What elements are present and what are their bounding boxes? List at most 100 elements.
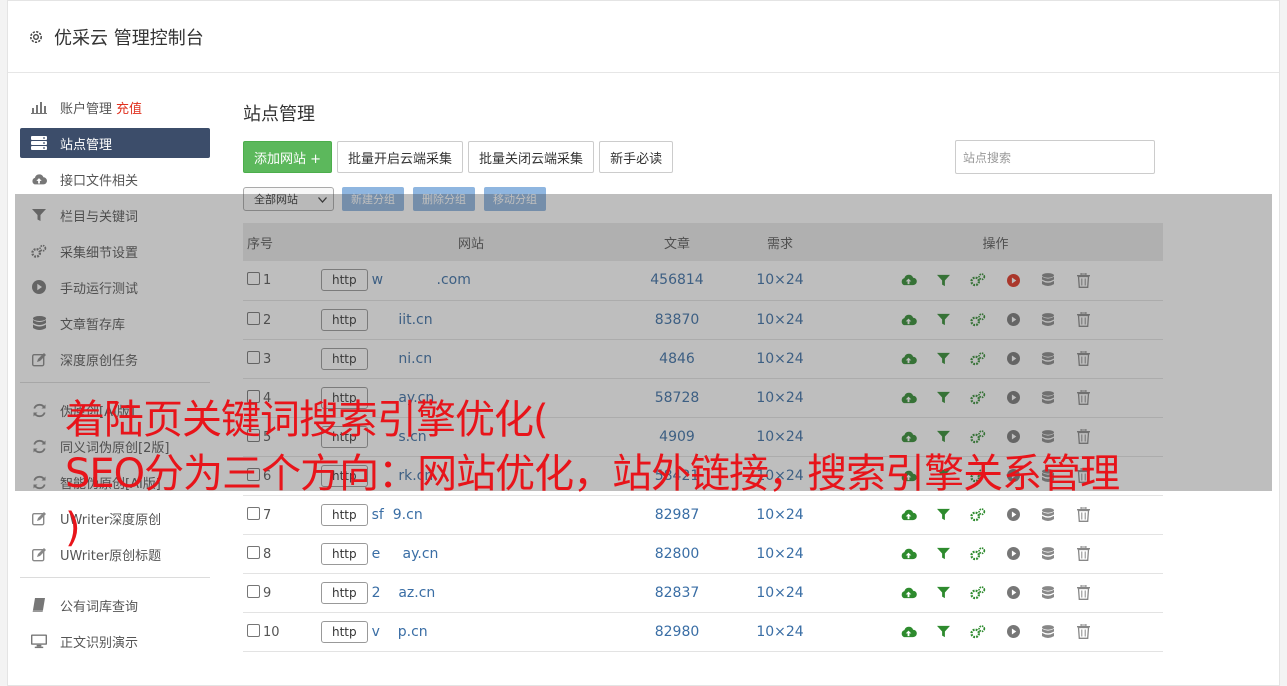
sidebar-item-keywords[interactable]: 栏目与关键词 [20,200,210,230]
site-link[interactable]: w .com [372,272,471,288]
delete-group-button[interactable]: 删除分组 [413,187,475,211]
filter-icon[interactable] [934,428,952,446]
database-icon[interactable] [1039,623,1057,641]
gears-icon[interactable] [969,545,987,563]
scheme-badge[interactable]: http [321,425,368,448]
gears-icon[interactable] [969,584,987,602]
sidebar-item-deep-original[interactable]: 深度原创任务 [20,344,210,374]
row-checkbox[interactable] [247,506,260,520]
trash-icon[interactable] [1074,545,1092,563]
row-demand[interactable]: 10×24 [732,261,828,300]
trash-icon[interactable] [1074,389,1092,407]
sidebar-item-text-recognition[interactable]: 正文识别演示 [20,626,210,656]
sidebar-item-uwriter-title[interactable]: UWriter原创标题 [20,539,210,569]
filter-icon[interactable] [934,389,952,407]
row-demand[interactable]: 10×24 [732,456,828,495]
play-circle-icon[interactable] [1004,545,1022,563]
database-icon[interactable] [1039,311,1057,329]
row-checkbox[interactable] [247,311,260,325]
row-articles[interactable]: 82837 [622,573,732,612]
site-link[interactable]: s.cn [372,429,426,445]
row-demand[interactable]: 10×24 [732,534,828,573]
sidebar-item-collect-settings[interactable]: 采集细节设置 [20,236,210,266]
cloud-upload-icon[interactable] [899,389,917,407]
scheme-badge[interactable]: http [321,503,368,526]
add-site-button[interactable]: 添加网站 + [243,141,333,173]
row-checkbox[interactable] [247,545,260,559]
gears-icon[interactable] [969,506,987,524]
gears-icon[interactable] [969,428,987,446]
row-checkbox[interactable] [247,467,260,481]
database-icon[interactable] [1039,506,1057,524]
cloud-upload-icon[interactable] [899,428,917,446]
row-demand[interactable]: 10×24 [732,573,828,612]
sidebar-item-public-lexicon[interactable]: 公有词库查询 [20,590,210,620]
gears-icon[interactable] [969,311,987,329]
gears-icon[interactable] [969,623,987,641]
row-demand[interactable]: 10×24 [732,417,828,456]
database-icon[interactable] [1039,467,1057,485]
trash-icon[interactable] [1074,350,1092,368]
sidebar-item-article-store[interactable]: 文章暂存库 [20,308,210,338]
sidebar-item-ai-rewrite[interactable]: 伪原创[AI版] [20,395,210,425]
cloud-upload-icon[interactable] [899,584,917,602]
trash-icon[interactable] [1074,271,1092,289]
row-articles[interactable]: 4846 [622,339,732,378]
row-demand[interactable]: 10×24 [732,612,828,651]
row-articles[interactable]: 83870 [622,300,732,339]
scheme-badge[interactable]: http [321,542,368,565]
sidebar-item-uwriter-deep[interactable]: UWriter深度原创 [20,503,210,533]
row-articles[interactable]: 4909 [622,417,732,456]
scheme-badge[interactable]: http [321,620,368,643]
sidebar-item-interface[interactable]: 接口文件相关 [20,164,210,194]
batch-close-cloud-button[interactable]: 批量关闭云端采集 [468,141,595,173]
row-demand[interactable]: 10×24 [732,495,828,534]
filter-icon[interactable] [934,506,952,524]
database-icon[interactable] [1039,350,1057,368]
cloud-upload-icon[interactable] [899,506,917,524]
scheme-badge[interactable]: http [321,464,368,487]
trash-icon[interactable] [1074,428,1092,446]
trash-icon[interactable] [1074,623,1092,641]
site-link[interactable]: iit.cn [372,312,432,328]
play-circle-icon[interactable] [1004,506,1022,524]
database-icon[interactable] [1039,545,1057,563]
cloud-upload-icon[interactable] [899,350,917,368]
database-icon[interactable] [1039,428,1057,446]
gears-icon[interactable] [969,271,987,289]
play-circle-icon[interactable] [1004,271,1022,289]
play-circle-icon[interactable] [1004,311,1022,329]
row-articles[interactable]: 58728 [622,378,732,417]
scheme-badge[interactable]: http [321,308,368,331]
filter-icon[interactable] [934,545,952,563]
row-articles[interactable]: 58421 [622,456,732,495]
gears-icon[interactable] [969,389,987,407]
scheme-badge[interactable]: http [321,347,368,370]
row-demand[interactable]: 10×24 [732,378,828,417]
sidebar-item-account[interactable]: 账户管理 充值 [20,92,210,122]
filter-icon[interactable] [934,271,952,289]
scheme-badge[interactable]: http [321,581,368,604]
row-checkbox[interactable] [247,428,260,442]
newbie-guide-button[interactable]: 新手必读 [599,141,674,173]
play-circle-icon[interactable] [1004,350,1022,368]
database-icon[interactable] [1039,271,1057,289]
new-group-button[interactable]: 新建分组 [342,187,404,211]
site-link[interactable]: rk.cn [372,468,433,484]
row-articles[interactable]: 456814 [622,261,732,300]
play-circle-icon[interactable] [1004,389,1022,407]
play-circle-icon[interactable] [1004,623,1022,641]
batch-open-cloud-button[interactable]: 批量开启云端采集 [337,141,464,173]
filter-icon[interactable] [934,350,952,368]
row-checkbox[interactable] [247,272,260,286]
site-link[interactable]: ay.cn [372,390,434,406]
move-group-button[interactable]: 移动分组 [484,187,546,211]
site-link[interactable]: ni.cn [372,351,432,367]
gears-icon[interactable] [969,350,987,368]
trash-icon[interactable] [1074,584,1092,602]
cloud-upload-icon[interactable] [899,623,917,641]
play-circle-icon[interactable] [1004,428,1022,446]
cloud-upload-icon[interactable] [899,467,917,485]
filter-icon[interactable] [934,584,952,602]
row-articles[interactable]: 82800 [622,534,732,573]
